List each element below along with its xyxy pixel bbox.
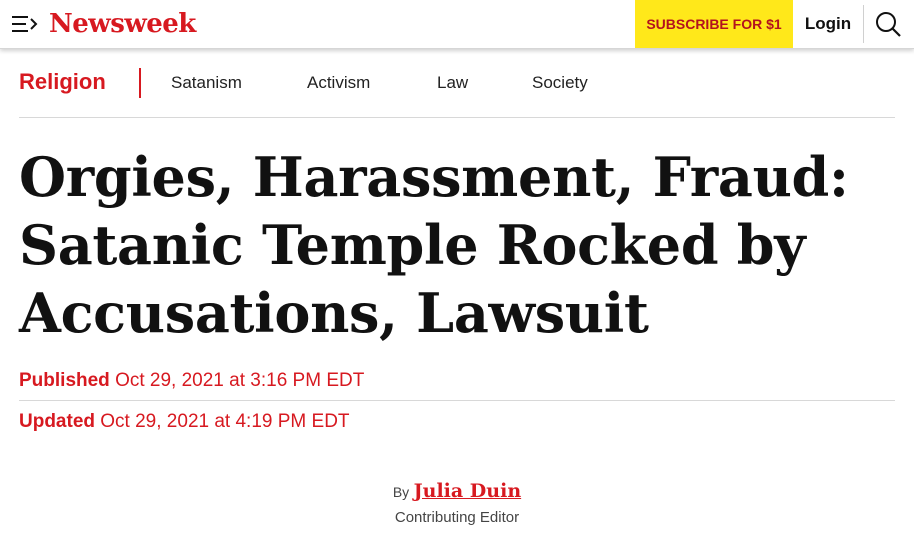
menu-icon[interactable] [12, 14, 40, 34]
updated-label: Updated [19, 411, 95, 432]
byline: By Julia Duin [0, 480, 914, 502]
search-icon[interactable] [875, 11, 902, 38]
section-divider [139, 68, 141, 98]
header-divider [863, 5, 864, 43]
author-role: Contributing Editor [394, 509, 520, 526]
login-button[interactable]: Login [793, 0, 863, 48]
author-link[interactable]: Julia Duin [414, 480, 522, 502]
section-nav: Religion Satanism Activism Law Society [19, 66, 895, 100]
nav-link-society[interactable]: Society [532, 71, 588, 95]
updated-dateline: Updated Oct 29, 2021 at 4:19 PM EDT [19, 409, 350, 435]
newsweek-logo[interactable]: Newsweek [49, 7, 196, 41]
published-date: Oct 29, 2021 at 3:16 PM EDT [115, 370, 365, 391]
nav-divider [19, 117, 895, 118]
published-label: Published [19, 370, 110, 391]
date-divider [19, 400, 895, 401]
nav-link-law[interactable]: Law [437, 71, 468, 95]
section-religion-link[interactable]: Religion [19, 66, 106, 98]
article-headline: Orgies, Harassment, Fraud: Satanic Templ… [19, 145, 849, 345]
published-dateline: Published Oct 29, 2021 at 3:16 PM EDT [19, 368, 364, 394]
subscribe-button[interactable]: SUBSCRIBE FOR $1 [635, 0, 793, 48]
top-bar: Newsweek SUBSCRIBE FOR $1 Login [0, 0, 914, 49]
nav-link-satanism[interactable]: Satanism [171, 71, 242, 95]
by-label: By [392, 484, 410, 500]
updated-date: Oct 29, 2021 at 4:19 PM EDT [100, 411, 350, 432]
nav-link-activism[interactable]: Activism [307, 71, 370, 95]
